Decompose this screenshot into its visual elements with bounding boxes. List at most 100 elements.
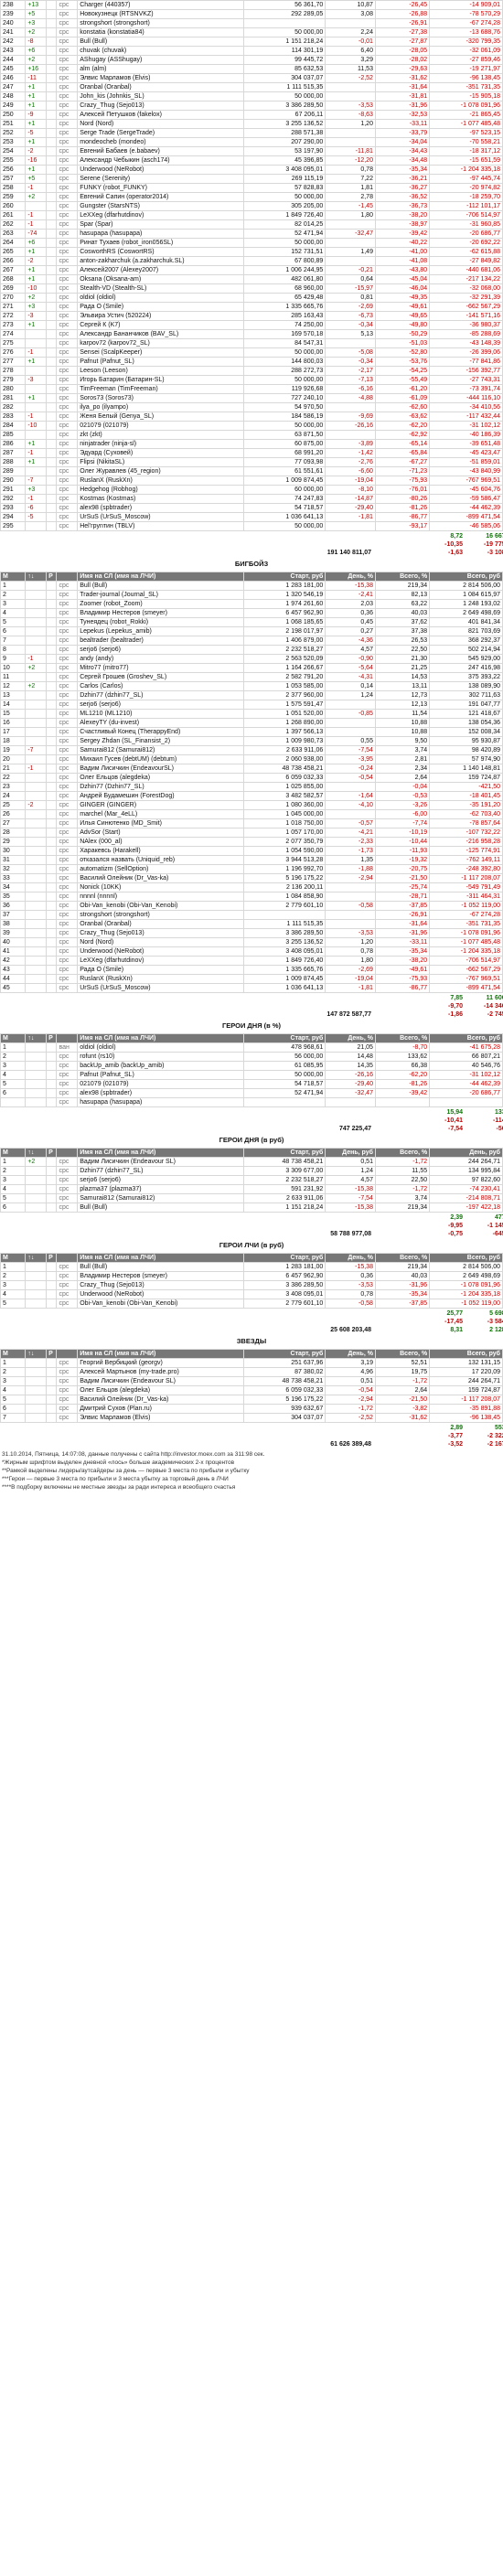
cell-type: срс	[56, 412, 79, 422]
column-header-type[interactable]	[56, 1349, 79, 1359]
column-header-day[interactable]: День, руб	[325, 1148, 376, 1158]
cell-p	[46, 311, 58, 321]
column-header-p[interactable]: P	[46, 1033, 58, 1043]
cell-total-rub: -31 102,12	[429, 421, 503, 431]
column-header-rank[interactable]: М	[0, 1349, 27, 1359]
column-header-start[interactable]: Старт, руб	[243, 1253, 326, 1263]
cell-change: -1	[25, 219, 48, 230]
cell-total-pct: -36,73	[374, 201, 431, 211]
column-header-rank[interactable]: М	[0, 1253, 27, 1263]
summary-blank	[0, 1424, 302, 1432]
column-header-total-pct[interactable]: Всего, %	[374, 1033, 431, 1043]
cell-total-rub: 1 140 148,81	[429, 764, 503, 774]
cell-start: 61 085,95	[243, 1061, 326, 1071]
column-header-change[interactable]: ↑↓	[25, 1148, 48, 1158]
cell-name: Игорь Батарин (Батарин-SL)	[77, 375, 245, 385]
column-header-name[interactable]: Имя на СЛ (имя на ЛЧИ)	[77, 1349, 245, 1359]
column-header-rank[interactable]: М	[0, 572, 27, 582]
cell-rank: 1	[0, 1262, 27, 1272]
cell-total-rub: -73 391,74	[429, 384, 503, 394]
cell-total-pct: -7,74	[374, 818, 431, 828]
cell-day: -15,38	[325, 1202, 376, 1213]
cell-change	[25, 773, 48, 783]
column-header-p[interactable]: P	[46, 572, 58, 582]
cell-change: +2	[25, 663, 48, 673]
column-header-change[interactable]: ↑↓	[25, 1033, 48, 1043]
column-header-change[interactable]: ↑↓	[25, 572, 48, 582]
column-header-total-pct[interactable]: Всего, %	[374, 1253, 431, 1263]
cell-p	[46, 681, 58, 691]
cell-p	[46, 1157, 58, 1167]
cell-day: -2,33	[325, 837, 376, 847]
column-header-p[interactable]: P	[46, 1349, 58, 1359]
column-header-name[interactable]: Имя на СЛ (имя на ЛЧИ)	[77, 1253, 245, 1263]
cell-rank: 238	[0, 0, 27, 10]
table-row: 295 срс Неl'груnтин (TBLV) 50 000,00 -93,17-…	[0, 521, 503, 531]
cell-p	[46, 485, 58, 495]
column-header-day[interactable]: День, %	[325, 1033, 376, 1043]
cell-day	[325, 82, 376, 92]
column-header-start[interactable]: Старт, руб	[243, 1033, 326, 1043]
cell-change	[25, 617, 48, 627]
table-row: 269 -10 срс Stealth-VD (Stealth-SL) 68 960,0…	[0, 283, 503, 294]
column-header-name[interactable]: Имя на СЛ (имя на ЛЧИ)	[77, 572, 245, 582]
cell-total-pct: -35,34	[374, 165, 431, 175]
column-header-start[interactable]: Старт, руб	[243, 1148, 326, 1158]
column-header-rank[interactable]: М	[0, 1148, 27, 1158]
column-header-total-rub[interactable]: День, руб	[429, 1148, 503, 1158]
cell-start: 288 272,73	[243, 366, 326, 376]
footer-note-3: ***Герои — первые 3 места по прибыли и 3…	[2, 1476, 229, 1482]
column-header-rank[interactable]: М	[0, 1033, 27, 1043]
cell-total-rub: -39 651,48	[429, 439, 503, 449]
cell-change	[25, 1042, 48, 1053]
cell-name: 021079 (021079)	[77, 421, 245, 431]
cell-change: -1	[25, 764, 48, 774]
column-header-total-pct[interactable]: Всего, %	[374, 1148, 431, 1158]
column-header-day[interactable]: День, %	[325, 572, 376, 582]
column-header-type[interactable]	[56, 1148, 79, 1158]
column-header-p[interactable]: P	[46, 1253, 58, 1263]
column-header-total-rub[interactable]: Всего, руб	[429, 1033, 503, 1043]
table-row: 238 +13 срс Charger (440357) 56 361,70 10,87-…	[0, 0, 503, 10]
column-header-total-rub[interactable]: Всего, руб	[429, 1349, 503, 1359]
cell-type: срс	[56, 956, 79, 966]
cell-total-rub: -31 960,85	[429, 219, 503, 230]
column-header-name[interactable]: Имя на СЛ (имя на ЛЧИ)	[77, 1148, 245, 1158]
column-header-total-rub[interactable]: Всего, руб	[429, 572, 503, 582]
cell-change: +3	[25, 18, 48, 28]
column-header-type[interactable]	[56, 1253, 79, 1263]
column-header-change[interactable]: ↑↓	[25, 1349, 48, 1359]
column-header-total-rub[interactable]: Всего, руб	[429, 1253, 503, 1263]
cell-name: Олег Ельцов (alegdeka)	[77, 773, 245, 783]
summary-pct: -7,54	[448, 1126, 463, 1132]
column-header-total-pct[interactable]: Всего, %	[374, 1349, 431, 1359]
cell-name: Евгений Бабаев (e.babaev)	[77, 146, 245, 156]
column-header-start[interactable]: Старт, руб	[243, 1349, 326, 1359]
column-header-start[interactable]: Старт, руб	[243, 572, 326, 582]
column-header-total-pct[interactable]: Всего, %	[374, 572, 431, 582]
column-header-type[interactable]	[56, 1033, 79, 1043]
cell-change	[25, 626, 48, 636]
cell-total-pct: -29,63	[374, 64, 431, 74]
column-header-p[interactable]: P	[46, 1148, 58, 1158]
cell-rank: 40	[0, 937, 27, 947]
summary-gap	[373, 1222, 417, 1230]
cell-start: 2 377 960,00	[243, 690, 326, 700]
cell-day: -11,81	[325, 146, 376, 156]
cell-day	[325, 430, 376, 440]
cell-day: -2,41	[325, 590, 376, 600]
cell-start: 1 849 726,40	[243, 210, 326, 220]
cell-name: Счастливый Конец (TherappyEnd)	[77, 727, 245, 737]
column-header-day[interactable]: День, %	[325, 1253, 376, 1263]
column-header-name[interactable]: Имя на СЛ (имя на ЛЧИ)	[77, 1033, 245, 1043]
column-header-change[interactable]: ↑↓	[25, 1253, 48, 1263]
column-header-type[interactable]	[56, 572, 79, 582]
cell-total-rub: -1 078 091,96	[429, 101, 503, 111]
cell-day	[325, 521, 376, 531]
column-header-day[interactable]: День, %	[325, 1349, 376, 1359]
cell-start: 144 800,03	[243, 357, 326, 367]
cell-day: 1,24	[325, 1166, 376, 1176]
table-row: 7 срс bealtrader (bealtrader) 1 406 879,00-…	[0, 636, 503, 646]
cell-name: Рада О (Smile)	[77, 965, 245, 975]
table-row: 264 +6 срс Ринат Тухаев (robot_iron056SL) 50…	[0, 238, 503, 248]
